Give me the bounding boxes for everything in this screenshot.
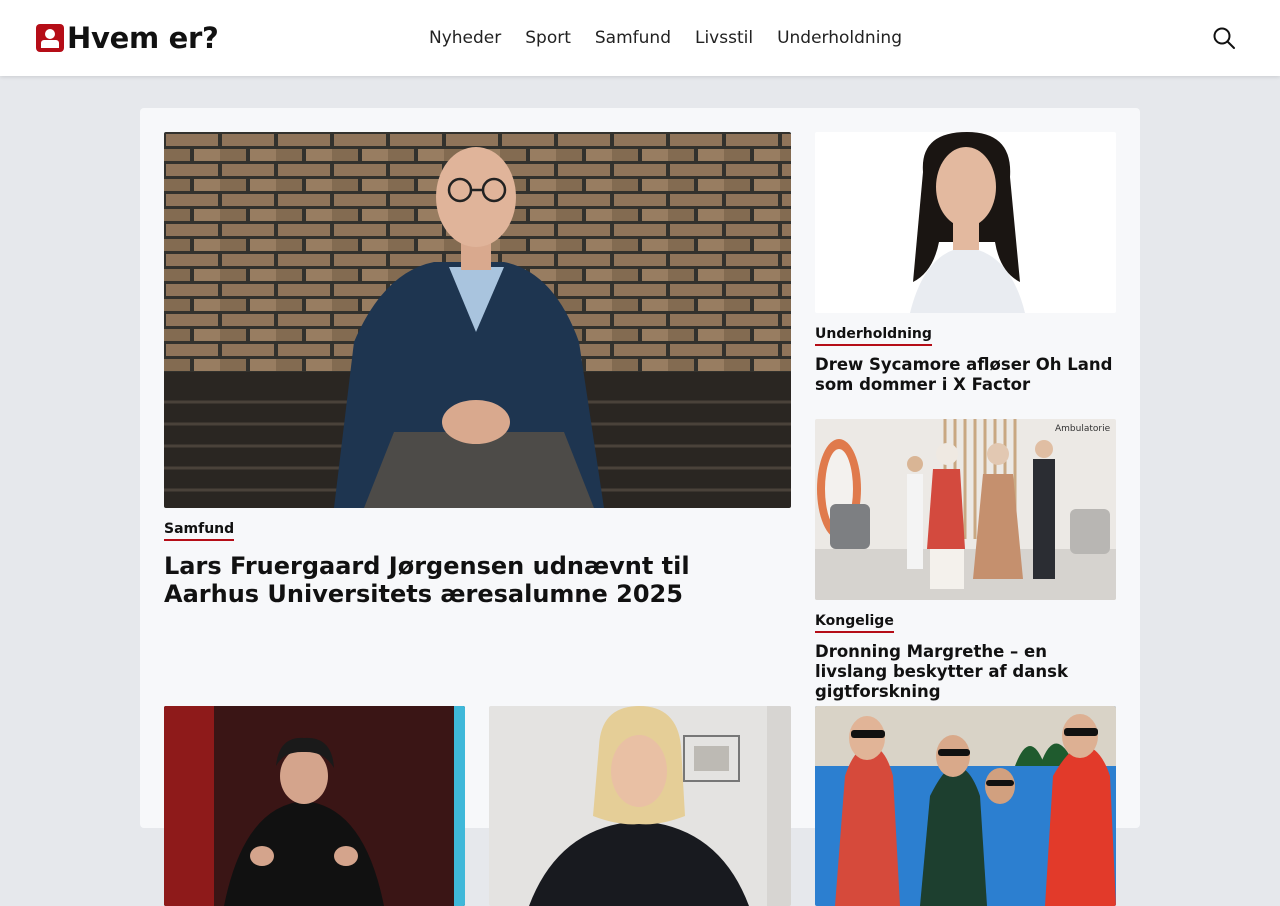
nav-item-underholdning[interactable]: Underholdning <box>777 27 902 49</box>
logo-text: Hvem er? <box>67 21 219 55</box>
nav-item-sport[interactable]: Sport <box>525 27 571 49</box>
image-caption: Ambulatorie <box>1055 424 1111 434</box>
nav-item-livsstil[interactable]: Livsstil <box>695 27 753 49</box>
search-icon[interactable] <box>1212 26 1236 50</box>
article-image <box>815 132 1116 313</box>
article-image <box>164 706 465 906</box>
nav-item-nyheder[interactable]: Nyheder <box>429 27 501 49</box>
featured-article[interactable]: Samfund Lars Fruergaard Jørgensen udnævn… <box>164 132 791 612</box>
nav-item-samfund[interactable]: Samfund <box>595 27 671 49</box>
article-image <box>815 706 1116 906</box>
article-title[interactable]: Dronning Margrethe – en livslang beskytt… <box>815 642 1115 702</box>
article-card[interactable]: Ambulatorie Kongelige Dronning Margrethe… <box>815 419 1116 701</box>
article-card[interactable] <box>164 706 465 906</box>
article-image: Ambulatorie <box>815 419 1116 600</box>
article-title[interactable]: Lars Fruergaard Jørgensen udnævnt til Aa… <box>164 552 764 608</box>
main-nav: Nyheder Sport Samfund Livsstil Underhold… <box>429 27 902 49</box>
article-grid: Samfund Lars Fruergaard Jørgensen udnævn… <box>140 108 1140 906</box>
article-image <box>489 706 791 906</box>
featured-article-image <box>164 132 791 508</box>
article-category[interactable]: Underholdning <box>815 326 932 346</box>
article-card[interactable] <box>489 706 791 906</box>
article-category[interactable]: Kongelige <box>815 613 894 633</box>
person-icon <box>36 24 64 52</box>
article-card[interactable] <box>815 706 1116 906</box>
site-logo[interactable]: Hvem er? <box>36 22 219 54</box>
article-title[interactable]: Drew Sycamore afløser Oh Land som dommer… <box>815 355 1115 395</box>
site-header: Hvem er? Nyheder Sport Samfund Livsstil … <box>0 0 1280 76</box>
article-category[interactable]: Samfund <box>164 521 235 541</box>
article-card[interactable]: Underholdning Drew Sycamore afløser Oh L… <box>815 132 1116 402</box>
